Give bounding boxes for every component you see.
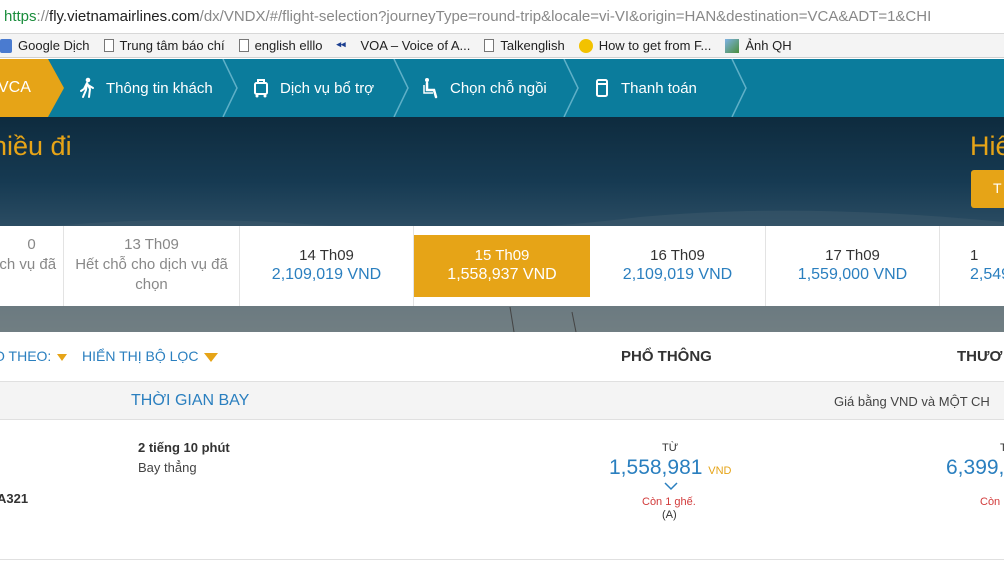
price-note: Giá bằng VND và MỘT CH — [834, 394, 990, 409]
step-label: Dịch vụ bổ trợ — [280, 79, 375, 97]
service-icon — [254, 79, 268, 98]
bookmark-label: VOA – Voice of A... — [360, 38, 471, 53]
bookmark-trung-tam-bao-chi[interactable]: Trung tâm báo chí — [103, 38, 225, 53]
step-seat-selection[interactable]: Chọn chỗ ngồi — [422, 59, 547, 117]
step-divider-icon — [563, 59, 579, 117]
economy-class-header: PHỔ THÔNG — [621, 348, 712, 365]
bookmark-talkenglish[interactable]: Talkenglish — [484, 38, 565, 53]
bookmark-label: How to get from F... — [598, 38, 712, 53]
step-extra-services[interactable]: Dịch vụ bổ trợ — [252, 59, 374, 117]
bookmark-label: Google Dịch — [18, 38, 90, 53]
currency-label: VND — [708, 465, 732, 477]
date-price: 1,558,937 VND — [447, 266, 557, 283]
step-divider-icon — [731, 59, 747, 117]
date-label: 14 Th09 — [299, 247, 354, 264]
premium-class-header: THƯƠ — [957, 348, 1003, 365]
step-label: Thanh toán — [621, 79, 697, 97]
date-label: 13 Th09 — [124, 236, 179, 253]
payment-icon — [596, 79, 608, 97]
url-separator: :// — [36, 8, 50, 25]
address-bar[interactable]: https://fly.vietnamairlines.com/dx/VNDX/… — [0, 0, 1004, 34]
bookmark-label: Trung tâm báo chí — [119, 38, 225, 53]
image-icon — [725, 38, 740, 53]
date-option[interactable]: 0 ịch vụ đã — [0, 226, 64, 306]
step-current-label: VCA — [0, 79, 31, 96]
date-option[interactable]: 1 2,549 — [940, 226, 1004, 306]
sort-filter-bar: O THEO: HIỂN THỊ BỘ LỌC PHỔ THÔNG THƯƠ — [0, 332, 1004, 382]
document-icon — [484, 39, 495, 52]
date-label: 15 Th09 — [474, 247, 530, 264]
flight-row: 2 tiếng 10 phút Bay thẳng A321 TỪ 1,558,… — [0, 420, 1004, 560]
document-icon — [103, 39, 114, 52]
step-label: Chọn chỗ ngồi — [450, 79, 547, 97]
date-option[interactable]: 17 Th09 1,559,000 VND — [766, 226, 940, 306]
date-label: 1 — [970, 247, 979, 264]
chevron-down-icon[interactable] — [664, 481, 678, 491]
date-option[interactable]: 16 Th09 2,109,019 VND — [590, 226, 766, 306]
step-payment[interactable]: Thanh toán — [593, 59, 697, 117]
url-host: fly.vietnamairlines.com — [49, 8, 200, 25]
document-icon — [238, 39, 249, 52]
premium-from-label: T — [1000, 442, 1004, 454]
step-passenger-info[interactable]: Thông tin khách — [78, 59, 213, 117]
bookmark-google-dich[interactable]: Google Dịch — [0, 38, 90, 53]
bookmark-label: Talkenglish — [500, 38, 565, 53]
return-button[interactable]: T — [971, 170, 1004, 208]
url-scheme: https — [4, 8, 37, 25]
flight-stops: Bay thẳng — [138, 460, 197, 475]
bookmark-label: Ảnh QH — [745, 38, 792, 53]
booking-steps-nav: VCA Thông tin khách Dịch vụ bổ trợ Chọn … — [0, 59, 1004, 117]
premium-fare-button[interactable]: 6,399, — [946, 456, 1004, 480]
sort-dropdown[interactable]: O THEO: — [0, 348, 68, 364]
bookmark-how-to-get[interactable]: How to get from F... — [578, 38, 712, 53]
date-selector: 0 ịch vụ đã 13 Th09 Hết chỗ cho dịch vụ … — [0, 226, 1004, 306]
seats-left: Còn 1 ghế. — [642, 496, 696, 508]
passenger-icon — [80, 77, 94, 98]
date-price: 2,549 — [970, 266, 1004, 283]
date-price: Hết chỗ cho dịch vụ đã chọn — [75, 256, 228, 293]
url-path: /dx/VNDX/#/flight-selection?journeyType=… — [199, 8, 932, 25]
bookmarks-bar: Google Dịch Trung tâm báo chí english el… — [0, 34, 1004, 58]
taxi-icon — [578, 38, 593, 53]
aircraft-type: A321 — [0, 491, 29, 506]
from-label: TỪ — [662, 442, 679, 454]
fare-class: (A) — [662, 509, 677, 521]
bookmark-english-elllo[interactable]: english elllo — [238, 38, 323, 53]
bookmark-label: english elllo — [254, 38, 323, 53]
google-translate-icon — [0, 38, 12, 53]
sort-label: O THEO: — [0, 348, 52, 364]
caret-down-icon — [57, 353, 68, 361]
return-title: Hiể — [970, 131, 1004, 161]
date-option-selected[interactable]: 15 Th09 1,558,937 VND — [414, 235, 590, 297]
premium-seats-left: Còn — [980, 496, 1001, 508]
results-column-header: THỜI GIAN BAY Giá bằng VND và MỘT CH — [0, 382, 1004, 420]
bookmark-anh-qh[interactable]: Ảnh QH — [725, 38, 792, 53]
flight-time-header: THỜI GIAN BAY — [131, 392, 250, 409]
date-price: 1,559,000 VND — [797, 266, 908, 283]
bookmark-voa[interactable]: ◂◂ VOA – Voice of A... — [337, 38, 471, 53]
filter-icon — [204, 352, 219, 362]
step-divider-icon — [393, 59, 409, 117]
outbound-title: hiều đi — [0, 131, 72, 161]
step-label: Thông tin khách — [106, 79, 213, 97]
economy-fare-button[interactable]: 1,558,981 VND — [609, 456, 732, 480]
step-current-arrow — [48, 59, 64, 117]
date-label: 17 Th09 — [825, 247, 880, 264]
seat-icon — [423, 78, 438, 99]
filter-label: HIỂN THỊ BỘ LỌC — [82, 348, 199, 364]
date-price: 2,109,019 VND — [622, 266, 733, 283]
date-price: ịch vụ đã — [0, 256, 57, 273]
date-option[interactable]: 14 Th09 2,109,019 VND — [240, 226, 414, 306]
show-filter-button[interactable]: HIỂN THỊ BỘ LỌC — [82, 348, 219, 364]
date-label: 0 — [27, 236, 36, 253]
step-divider-icon — [222, 59, 238, 117]
economy-price: 1,558,981 — [609, 456, 703, 479]
flight-duration: 2 tiếng 10 phút — [138, 440, 230, 455]
premium-price: 6,399, — [946, 456, 1004, 479]
voa-icon: ◂◂ — [336, 38, 346, 49]
date-label: 16 Th09 — [650, 247, 705, 264]
date-price: 2,109,019 VND — [271, 266, 382, 283]
date-option[interactable]: 13 Th09 Hết chỗ cho dịch vụ đã chọn — [64, 226, 240, 306]
